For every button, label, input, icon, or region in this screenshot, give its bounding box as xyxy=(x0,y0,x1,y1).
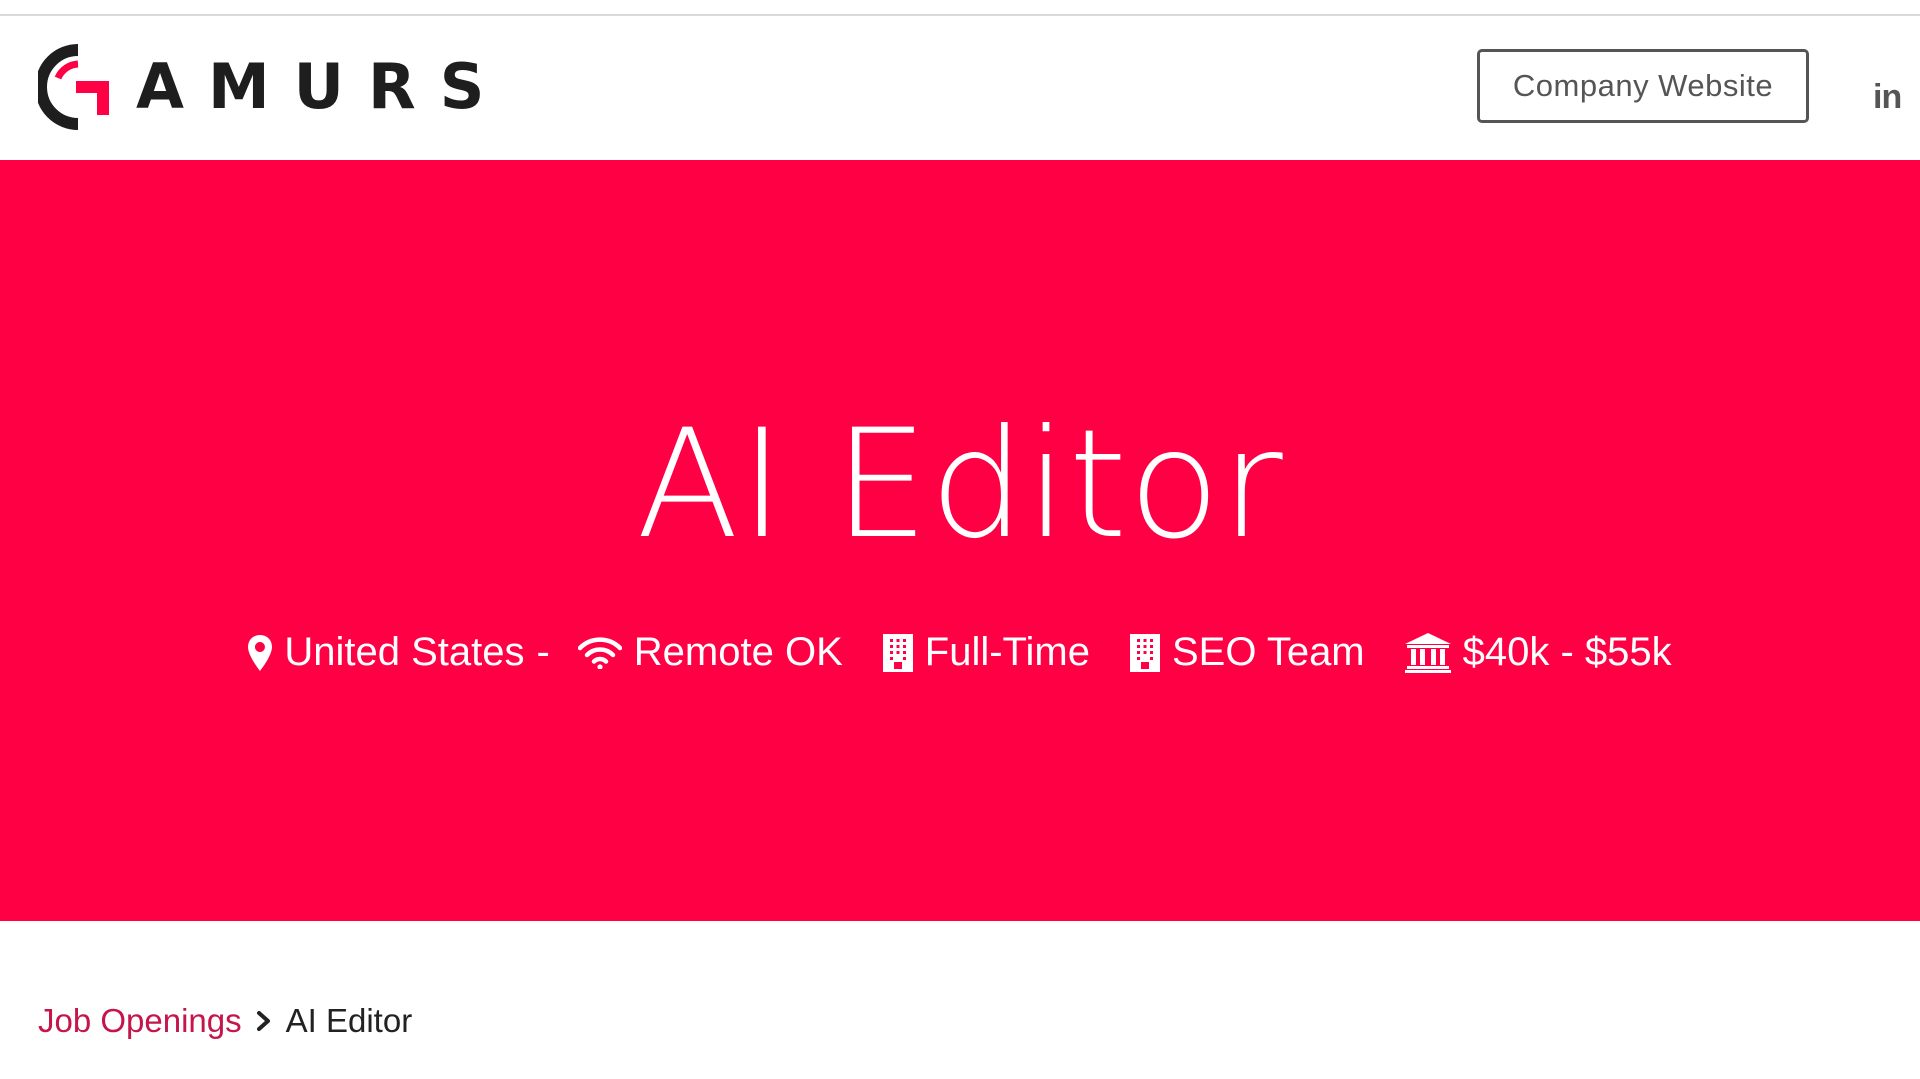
employment-type-text: Full-Time xyxy=(924,630,1090,674)
breadcrumb-current: AI Editor xyxy=(285,1002,413,1039)
job-meta-row: United States - Remote OK Full-Time SEO … xyxy=(0,630,1920,675)
breadcrumb-job-openings-link[interactable]: Job Openings xyxy=(38,1002,242,1040)
bank-icon xyxy=(1404,632,1451,673)
logo-g-icon xyxy=(38,44,109,130)
job-hero-banner: AI Editor United States - Remote OK Full… xyxy=(0,160,1920,921)
meta-salary: $40k - $55k xyxy=(1404,630,1672,675)
chevron-right-icon xyxy=(256,1010,272,1032)
company-website-button[interactable]: Company Website xyxy=(1477,49,1809,123)
building-icon xyxy=(882,633,913,672)
meta-remote: Remote OK xyxy=(577,630,843,675)
remote-text: Remote OK xyxy=(633,630,843,674)
top-border xyxy=(0,0,1920,16)
meta-employment-type: Full-Time xyxy=(882,630,1090,675)
wifi-icon xyxy=(577,636,622,669)
building-icon xyxy=(1129,633,1160,672)
logo-wordmark: AMURS xyxy=(136,50,509,123)
site-header: AMURS Company Website in xyxy=(0,16,1920,160)
breadcrumb: Job Openings AI Editor xyxy=(38,1002,412,1040)
job-title: AI Editor xyxy=(636,398,1284,572)
map-pin-icon xyxy=(248,634,273,671)
linkedin-icon[interactable]: in xyxy=(1873,78,1902,117)
meta-team: SEO Team xyxy=(1129,630,1365,675)
meta-location: United States - xyxy=(248,630,563,675)
team-text: SEO Team xyxy=(1171,630,1365,674)
location-separator: - xyxy=(536,630,550,674)
location-text: United States xyxy=(284,630,525,674)
gamurs-logo[interactable]: AMURS xyxy=(38,44,508,130)
salary-text: $40k - $55k xyxy=(1462,630,1672,674)
